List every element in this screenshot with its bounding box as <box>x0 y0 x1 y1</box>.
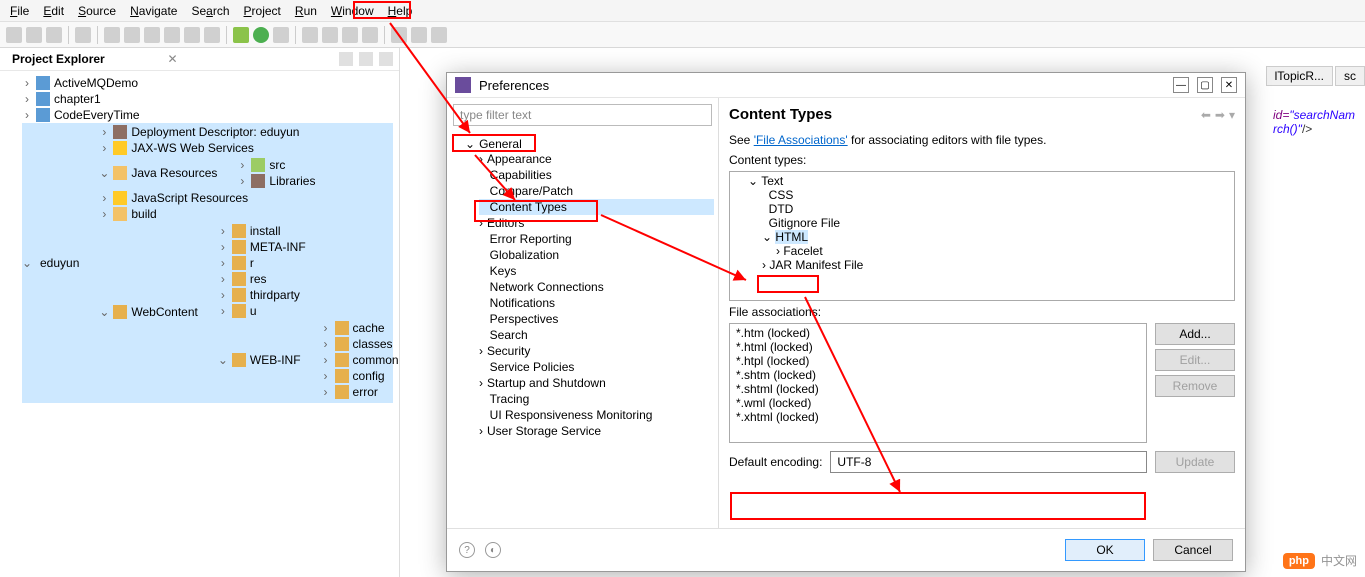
collapse-icon[interactable] <box>339 52 353 66</box>
project-explorer-title: Project Explorer <box>12 52 161 66</box>
menu-project[interactable]: Project <box>238 2 287 20</box>
runext-icon[interactable] <box>273 27 289 43</box>
add-button[interactable]: Add... <box>1155 323 1235 345</box>
edit-button[interactable]: Edit... <box>1155 349 1235 371</box>
ok-button[interactable]: OK <box>1065 539 1145 561</box>
search-icon[interactable] <box>391 27 407 43</box>
run-icon[interactable] <box>253 27 269 43</box>
close-icon[interactable]: ✕ <box>1221 77 1237 93</box>
menubar: File Edit Source Navigate Search Project… <box>0 0 1365 22</box>
default-encoding-input[interactable] <box>830 451 1147 473</box>
editor-tab-2[interactable]: sc <box>1335 66 1365 86</box>
menu-window[interactable]: Window <box>325 2 380 20</box>
menu-run[interactable]: Run <box>289 2 323 20</box>
content-types-tree[interactable]: ⌄ Text CSS DTD Gitignore File⌄ HTML› Fac… <box>729 171 1235 301</box>
tree-general[interactable]: General <box>479 137 522 151</box>
nav-icon[interactable] <box>431 27 447 43</box>
update-button[interactable]: Update <box>1155 451 1235 473</box>
file-assoc-item[interactable]: *.htpl (locked) <box>736 354 1140 368</box>
maximize-icon[interactable]: ▢ <box>1197 77 1213 93</box>
help-icon[interactable]: ? <box>459 542 475 558</box>
cancel-button[interactable]: Cancel <box>1153 539 1233 561</box>
minimize-icon[interactable]: — <box>1173 77 1189 93</box>
file-assoc-item[interactable]: *.wml (locked) <box>736 396 1140 410</box>
newfolder-icon[interactable] <box>362 27 378 43</box>
newpkg-icon[interactable] <box>302 27 318 43</box>
import-export-icon[interactable]: ◐ <box>485 542 501 558</box>
description: See 'File Associations' for associating … <box>729 133 1235 147</box>
file-assoc-item[interactable]: *.xhtml (locked) <box>736 410 1140 424</box>
dialog-title: Preferences <box>479 78 1165 93</box>
code-snippet: id="searchNam rch()"/> <box>1273 108 1355 136</box>
saveall-icon[interactable] <box>46 27 62 43</box>
menu-help[interactable]: Help <box>382 2 419 20</box>
menu-icon[interactable] <box>379 52 393 66</box>
eclipse-icon <box>455 77 471 93</box>
new-icon[interactable] <box>6 27 22 43</box>
watermark: php 中文网 <box>1283 552 1357 569</box>
page-heading: Content Types <box>729 106 832 123</box>
step-icon[interactable] <box>164 27 180 43</box>
menu-file[interactable]: File <box>4 2 35 20</box>
stop-icon[interactable] <box>144 27 160 43</box>
close-tab-icon[interactable]: ✕ <box>167 52 177 66</box>
default-encoding-label: Default encoding: <box>729 455 822 469</box>
toggle-icon[interactable] <box>75 27 91 43</box>
fwd-icon[interactable]: ➡ <box>1215 108 1225 122</box>
debug-icon[interactable] <box>233 27 249 43</box>
toolbar <box>0 22 1365 48</box>
newclass-icon[interactable] <box>322 27 338 43</box>
project-explorer-panel: Project Explorer ✕ ›ActiveMQDemo›chapter… <box>0 48 400 577</box>
file-assoc-item[interactable]: *.html (locked) <box>736 340 1140 354</box>
menu-search[interactable]: Search <box>185 2 235 20</box>
menu-edit[interactable]: Edit <box>37 2 70 20</box>
play-icon[interactable] <box>104 27 120 43</box>
file-assoc-item[interactable]: *.shtml (locked) <box>736 382 1140 396</box>
newfile-icon[interactable] <box>342 27 358 43</box>
save-icon[interactable] <box>26 27 42 43</box>
project-tree[interactable]: ›ActiveMQDemo›chapter1›CodeEveryTime⌄edu… <box>0 71 399 577</box>
stepover-icon[interactable] <box>184 27 200 43</box>
file-associations-link[interactable]: 'File Associations' <box>754 133 848 147</box>
file-associations-list[interactable]: *.htm (locked)*.html (locked)*.htpl (loc… <box>729 323 1147 443</box>
stepout-icon[interactable] <box>204 27 220 43</box>
back-icon[interactable]: ⬅ <box>1201 108 1211 122</box>
content-types-label: Content types: <box>729 153 1235 167</box>
preferences-dialog: Preferences — ▢ ✕ type filter text ⌄Gene… <box>446 72 1246 572</box>
file-associations-label: File associations: <box>729 305 1235 319</box>
editor-tab-1[interactable]: lTopicR... <box>1266 66 1333 86</box>
file-assoc-item[interactable]: *.htm (locked) <box>736 326 1140 340</box>
remove-button[interactable]: Remove <box>1155 375 1235 397</box>
task-icon[interactable] <box>411 27 427 43</box>
link-icon[interactable] <box>359 52 373 66</box>
menu-source[interactable]: Source <box>72 2 122 20</box>
menu-navigate[interactable]: Navigate <box>124 2 183 20</box>
pause-icon[interactable] <box>124 27 140 43</box>
prefs-category-tree[interactable]: ⌄General ›Appearance Capabilities Compar… <box>447 132 718 528</box>
filter-input[interactable]: type filter text <box>453 104 712 126</box>
dropdown-icon[interactable]: ▾ <box>1229 108 1235 122</box>
file-assoc-item[interactable]: *.shtm (locked) <box>736 368 1140 382</box>
